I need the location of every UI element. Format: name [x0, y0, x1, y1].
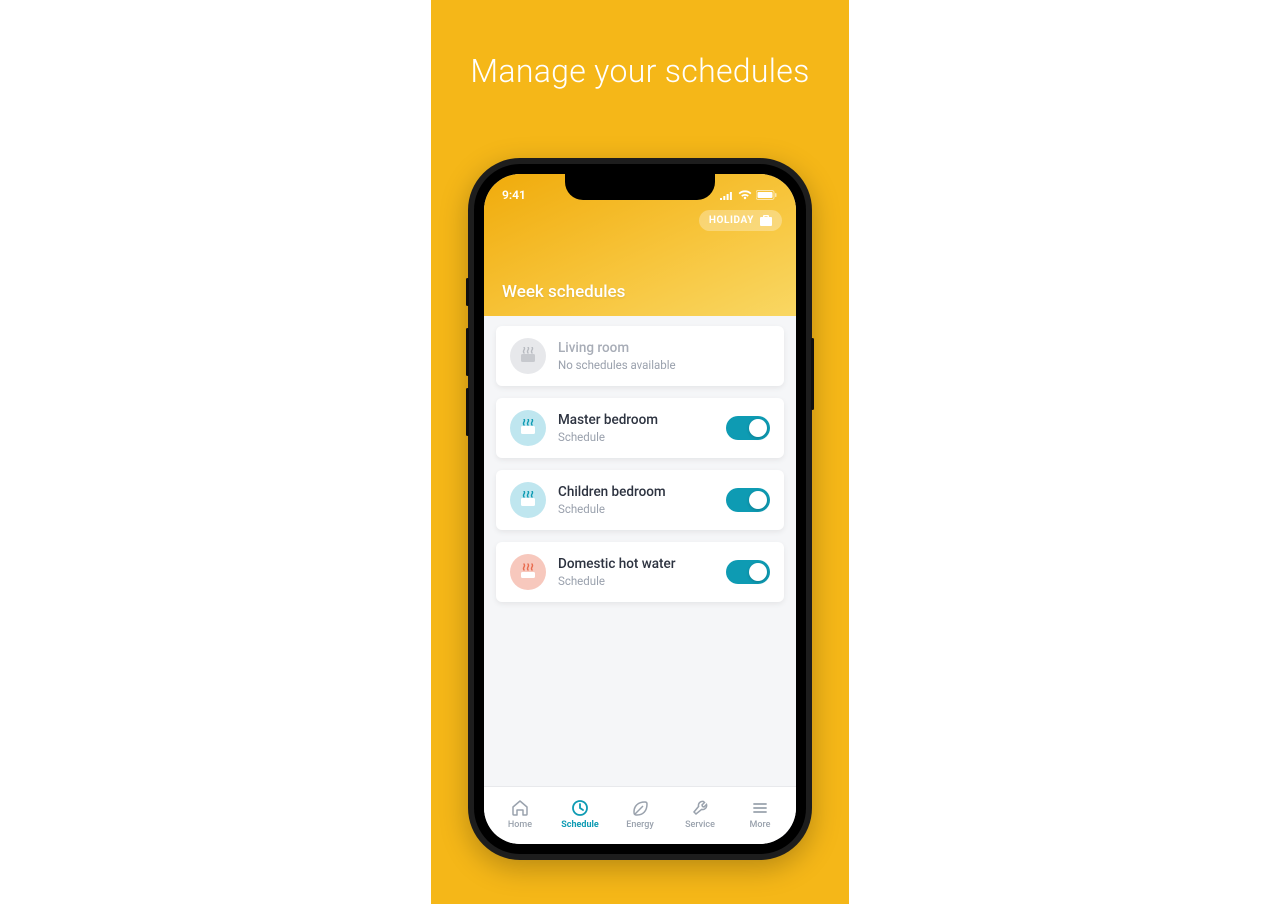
- schedule-card-children-bedroom[interactable]: Children bedroom Schedule: [496, 470, 784, 530]
- suitcase-icon: [760, 215, 772, 226]
- radiator-icon: [510, 482, 546, 518]
- promo-title: Manage your schedules: [470, 52, 809, 90]
- phone-frame: 9:41 HOLIDAY Week schedules: [468, 158, 812, 860]
- holiday-chip[interactable]: HOLIDAY: [699, 210, 782, 231]
- radiator-icon: [510, 338, 546, 374]
- signal-icon: [719, 190, 734, 200]
- schedule-card-master-bedroom[interactable]: Master bedroom Schedule: [496, 398, 784, 458]
- tab-label: Energy: [626, 820, 654, 830]
- wifi-icon: [738, 190, 752, 200]
- hotwater-icon: [510, 554, 546, 590]
- tab-label: Schedule: [561, 820, 598, 830]
- card-subtitle: Schedule: [558, 502, 714, 516]
- tab-bar: Home Schedule Energy Service: [484, 786, 796, 844]
- section-title: Week schedules: [502, 282, 625, 302]
- schedule-card-living-room[interactable]: Living room No schedules available: [496, 326, 784, 386]
- card-subtitle: No schedules available: [558, 358, 770, 372]
- status-time: 9:41: [502, 188, 526, 202]
- tab-label: Home: [508, 820, 532, 830]
- tab-more[interactable]: More: [730, 799, 790, 830]
- phone-screen: 9:41 HOLIDAY Week schedules: [484, 174, 796, 844]
- tab-label: Service: [685, 820, 715, 830]
- schedule-card-hot-water[interactable]: Domestic hot water Schedule: [496, 542, 784, 602]
- leaf-icon: [631, 799, 649, 817]
- tab-label: More: [750, 820, 771, 830]
- card-title: Master bedroom: [558, 412, 714, 428]
- tab-schedule[interactable]: Schedule: [550, 799, 610, 830]
- schedule-toggle[interactable]: [726, 416, 770, 440]
- status-indicators: [719, 190, 778, 200]
- tab-energy[interactable]: Energy: [610, 799, 670, 830]
- home-icon: [511, 799, 529, 817]
- tab-service[interactable]: Service: [670, 799, 730, 830]
- card-title: Children bedroom: [558, 484, 714, 500]
- tab-home[interactable]: Home: [490, 799, 550, 830]
- wrench-icon: [691, 799, 709, 817]
- card-title: Domestic hot water: [558, 556, 714, 572]
- radiator-icon: [510, 410, 546, 446]
- card-title: Living room: [558, 340, 770, 356]
- card-subtitle: Schedule: [558, 430, 714, 444]
- battery-icon: [756, 190, 778, 200]
- schedule-toggle[interactable]: [726, 488, 770, 512]
- schedule-list: Living room No schedules available Maste…: [484, 316, 796, 786]
- promo-panel: Manage your schedules 9:41: [431, 0, 849, 904]
- menu-icon: [751, 799, 769, 817]
- schedule-toggle[interactable]: [726, 560, 770, 584]
- phone-notch: [565, 174, 715, 200]
- card-subtitle: Schedule: [558, 574, 714, 588]
- clock-icon: [571, 799, 589, 817]
- holiday-label: HOLIDAY: [709, 215, 754, 226]
